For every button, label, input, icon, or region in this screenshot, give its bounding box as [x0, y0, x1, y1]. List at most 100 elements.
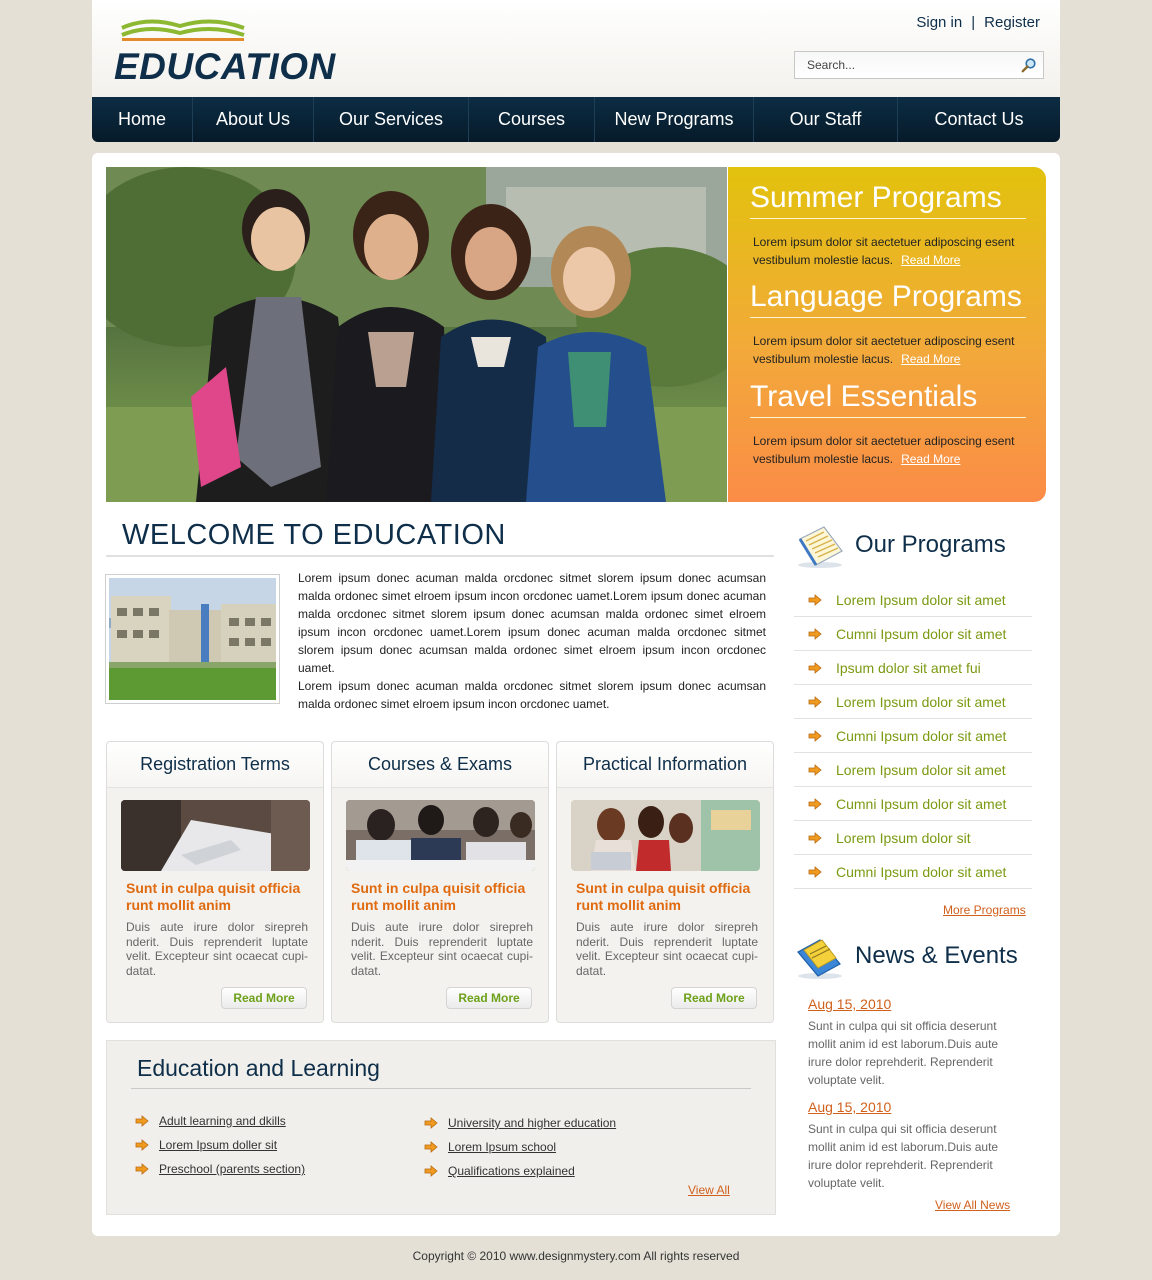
arrow-right-icon [808, 798, 822, 810]
promo-read-more-link[interactable]: Read More [901, 352, 960, 366]
nav-our-services[interactable]: Our Services [314, 97, 469, 142]
arrow-right-icon [808, 662, 822, 674]
program-label[interactable]: Lorem Ipsum dolor sit amet [836, 694, 1006, 710]
nav-contact-us[interactable]: Contact Us [898, 97, 1060, 142]
box-heading: Sunt in culpa quisit officia runt mollit… [126, 880, 301, 913]
registration-terms-box: Registration Terms Sunt in culpa quisit … [106, 741, 324, 1023]
site-logo[interactable]: EDUCATION [114, 14, 364, 87]
arrow-right-icon [135, 1163, 149, 1175]
more-programs-link[interactable]: More Programs [943, 903, 1026, 917]
arrow-right-icon [424, 1165, 438, 1177]
view-all-link[interactable]: View All [688, 1183, 730, 1197]
nav-courses[interactable]: Courses [469, 97, 595, 142]
arrow-right-icon [135, 1115, 149, 1127]
edu-link-label[interactable]: Adult learning and dkills [159, 1114, 286, 1128]
program-label[interactable]: Cumni Ipsum dolor sit amet [836, 796, 1006, 812]
program-label[interactable]: Ipsum dolor sit amet fui [836, 660, 981, 676]
promo-read-more-link[interactable]: Read More [901, 452, 960, 466]
edu-link-label[interactable]: University and higher education [448, 1116, 616, 1130]
arrow-right-icon [808, 764, 822, 776]
box-title: Practical Information [557, 742, 773, 788]
promo-text: Lorem ipsum dolor sit aectetuer adiposci… [750, 332, 1026, 368]
education-learning-section: Education and Learning Adult learning an… [106, 1040, 776, 1215]
edu-link-item[interactable]: University and higher education [424, 1116, 616, 1130]
nav-new-programs[interactable]: New Programs [595, 97, 754, 142]
box-image [121, 800, 310, 871]
promo-title: Travel Essentials [750, 380, 1026, 418]
promo-read-more-link[interactable]: Read More [901, 253, 960, 267]
program-item[interactable]: Lorem Ipsum dolor sit amet [794, 685, 1032, 719]
edu-link-item[interactable]: Adult learning and dkills [135, 1114, 286, 1128]
program-label[interactable]: Lorem Ipsum dolor sit amet [836, 762, 1006, 778]
promo-language-programs: Language Programs Lorem ipsum dolor sit … [750, 280, 1026, 368]
welcome-text: Lorem ipsum donec acuman malda orcdonec … [298, 569, 766, 713]
program-item[interactable]: Cumni Ipsum dolor sit amet [794, 617, 1032, 651]
nav-home[interactable]: Home [92, 97, 193, 142]
box-heading: Sunt in culpa quisit officia runt mollit… [576, 880, 751, 913]
program-item[interactable]: Cumni Ipsum dolor sit amet [794, 787, 1032, 821]
promo-title: Language Programs [750, 280, 1026, 318]
programs-list: Lorem Ipsum dolor sit amet Cumni Ipsum d… [794, 583, 1032, 889]
register-link[interactable]: Register [984, 14, 1040, 31]
content-container: Summer Programs Lorem ipsum dolor sit ae… [92, 153, 1060, 1236]
box-text: Duis aute irure dolor sirepreh nderit. D… [351, 920, 533, 978]
program-item[interactable]: Cumni Ipsum dolor sit amet [794, 719, 1032, 753]
program-item[interactable]: Cumni Ipsum dolor sit amet [794, 855, 1032, 889]
auth-separator: | [971, 14, 976, 31]
program-label[interactable]: Cumni Ipsum dolor sit amet [836, 728, 1006, 744]
edu-link-label[interactable]: Qualifications explained [448, 1164, 575, 1178]
box-text: Duis aute irure dolor sirepreh nderit. D… [126, 920, 308, 978]
notepad-icon [798, 526, 843, 568]
practical-information-box: Practical Information Sunt in culpa quis… [556, 741, 774, 1023]
sign-in-link[interactable]: Sign in [916, 14, 962, 31]
courses-exams-box: Courses & Exams Sunt in culpa quisit off… [331, 741, 549, 1023]
edu-link-item[interactable]: Lorem Ipsum doller sit [135, 1138, 277, 1152]
box-heading: Sunt in culpa quisit officia runt mollit… [351, 880, 526, 913]
promo-panel: Summer Programs Lorem ipsum dolor sit ae… [728, 167, 1046, 502]
news-date-link[interactable]: Aug 15, 2010 [808, 1099, 1018, 1115]
edu-link-item[interactable]: Lorem Ipsum school [424, 1140, 556, 1154]
magnifier-icon[interactable] [1021, 57, 1037, 73]
arrow-right-icon [424, 1117, 438, 1129]
program-item[interactable]: Ipsum dolor sit amet fui [794, 651, 1032, 685]
news-text: Sunt in culpa qui sit officia deserunt m… [808, 1019, 999, 1087]
open-book-icon [121, 19, 245, 41]
hero-banner: Summer Programs Lorem ipsum dolor sit ae… [106, 167, 1046, 502]
main-nav: Home About Us Our Services Courses New P… [92, 97, 1060, 142]
program-label[interactable]: Cumni Ipsum dolor sit amet [836, 626, 1006, 642]
read-more-button[interactable]: Read More [221, 987, 307, 1009]
promo-summer-programs: Summer Programs Lorem ipsum dolor sit ae… [750, 181, 1026, 269]
section-title: Education and Learning [131, 1055, 751, 1089]
program-label[interactable]: Cumni Ipsum dolor sit amet [836, 864, 1006, 880]
news-date-link[interactable]: Aug 15, 2010 [808, 996, 1018, 1012]
programs-header: Our Programs [794, 521, 1034, 571]
news-header: News & Events [794, 933, 1034, 983]
program-label[interactable]: Lorem Ipsum dolor sit [836, 830, 971, 846]
welcome-heading-bar: WELCOME TO EDUCATION [106, 519, 774, 557]
edu-link-item[interactable]: Preschool (parents section) [135, 1162, 305, 1176]
program-item[interactable]: Lorem Ipsum dolor sit amet [794, 753, 1032, 787]
promo-title: Summer Programs [750, 181, 1026, 219]
program-item[interactable]: Lorem Ipsum dolor sit amet [794, 583, 1032, 617]
news-title: News & Events [855, 942, 1018, 969]
welcome-paragraph: Lorem ipsum donec acuman malda orcdonec … [298, 679, 766, 711]
edu-link-item[interactable]: Qualifications explained [424, 1164, 575, 1178]
arrow-right-icon [808, 832, 822, 844]
view-all-news-link[interactable]: View All News [935, 1198, 1010, 1212]
edu-link-label[interactable]: Preschool (parents section) [159, 1162, 305, 1176]
nav-about-us[interactable]: About Us [193, 97, 314, 142]
read-more-button[interactable]: Read More [671, 987, 757, 1009]
program-item[interactable]: Lorem Ipsum dolor sit [794, 821, 1032, 855]
program-label[interactable]: Lorem Ipsum dolor sit amet [836, 592, 1006, 608]
read-more-button[interactable]: Read More [446, 987, 532, 1009]
search-input[interactable] [795, 52, 1015, 78]
promo-text: Lorem ipsum dolor sit aectetuer adiposci… [750, 432, 1026, 468]
promo-text: Lorem ipsum dolor sit aectetuer adiposci… [750, 233, 1026, 269]
arrow-right-icon [135, 1139, 149, 1151]
edu-link-label[interactable]: Lorem Ipsum school [448, 1140, 556, 1154]
nav-our-staff[interactable]: Our Staff [754, 97, 898, 142]
edu-link-label[interactable]: Lorem Ipsum doller sit [159, 1138, 277, 1152]
promo-description: Lorem ipsum dolor sit aectetuer adiposci… [753, 334, 1015, 366]
campus-building-image [105, 574, 280, 704]
box-title: Registration Terms [107, 742, 323, 788]
